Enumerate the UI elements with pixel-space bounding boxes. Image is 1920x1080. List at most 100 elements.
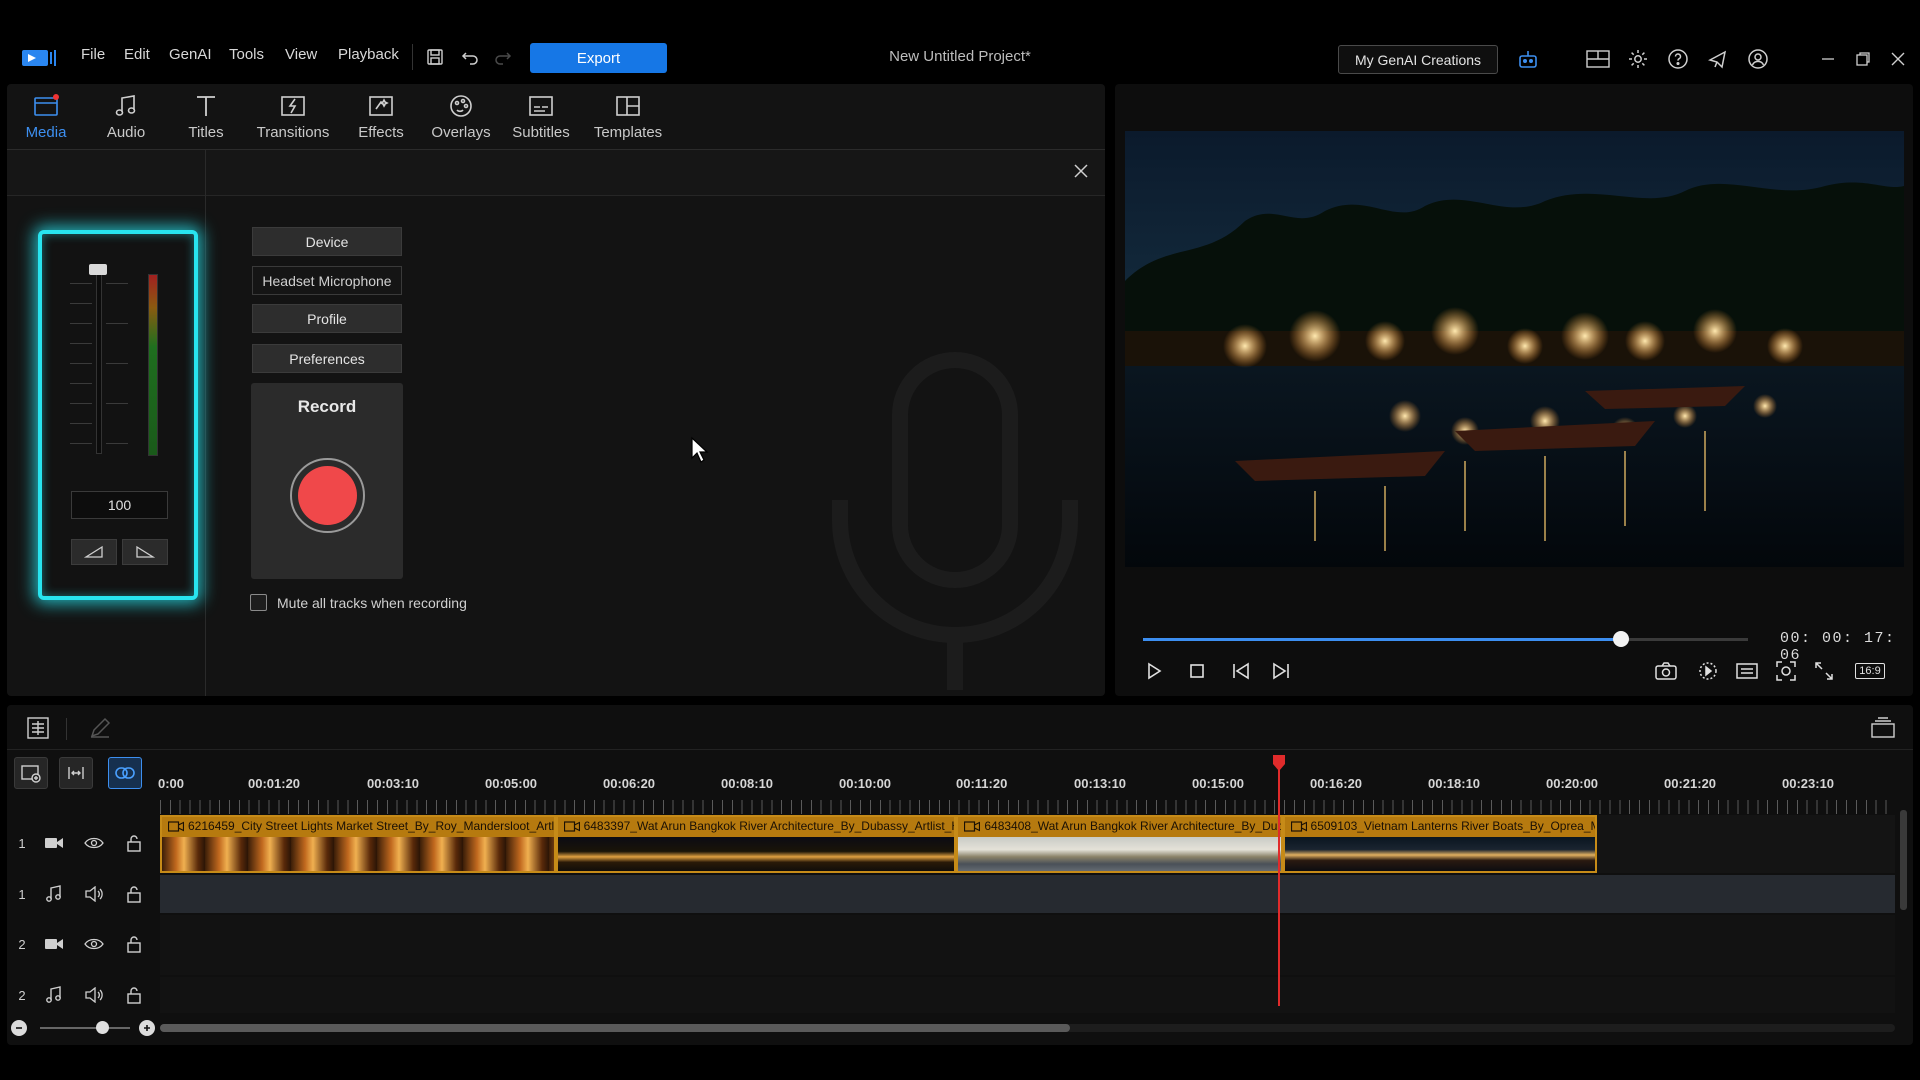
close-window-icon[interactable]: [1884, 45, 1912, 73]
tab-overlays[interactable]: Overlays: [420, 92, 502, 148]
video-clip[interactable]: 6509103_Vietnam Lanterns River Boats_By_…: [1282, 815, 1597, 873]
playback-mode-button[interactable]: [1693, 656, 1723, 686]
menu-playback[interactable]: Playback: [338, 46, 399, 63]
volume-slider-track[interactable]: [96, 268, 102, 454]
add-track-button[interactable]: [14, 757, 48, 789]
lock-icon[interactable]: [114, 834, 154, 852]
my-genai-creations-button[interactable]: My GenAI Creations: [1338, 45, 1498, 74]
video-clip[interactable]: 6483397_Wat Arun Bangkok River Architect…: [555, 815, 957, 873]
zoom-preview-button[interactable]: [1771, 656, 1801, 686]
previous-frame-button[interactable]: [1226, 656, 1256, 686]
close-panel-icon[interactable]: [1068, 158, 1094, 184]
clip-thumbnails: [1284, 837, 1595, 871]
eye-icon[interactable]: [74, 937, 114, 951]
profile-button[interactable]: Profile: [252, 304, 402, 333]
timeline-ruler[interactable]: [160, 800, 1895, 814]
ruler-label: 00:01:20: [248, 776, 301, 791]
feedback-icon[interactable]: [1704, 45, 1732, 73]
video-track-2-lane[interactable]: [160, 915, 1895, 975]
tab-transitions[interactable]: Transitions: [252, 92, 334, 148]
mute-tracks-checkbox[interactable]: [250, 594, 267, 611]
audio-track-1-header: 1: [10, 879, 154, 909]
tab-media[interactable]: Media: [5, 92, 87, 148]
clip-thumbnails: [958, 837, 1281, 871]
redo-icon[interactable]: [489, 43, 517, 71]
preview-seek-thumb[interactable]: [1612, 631, 1629, 647]
tab-templates[interactable]: Templates: [587, 92, 669, 148]
video-camera-icon: [563, 821, 580, 832]
fit-timeline-button[interactable]: [59, 757, 93, 789]
lock-icon[interactable]: [114, 935, 154, 953]
record-label: Record: [297, 397, 357, 416]
toolbar-divider: [66, 718, 67, 740]
timeline-view-button[interactable]: [1868, 714, 1898, 742]
speaker-icon[interactable]: [74, 886, 114, 902]
aspect-ratio-button[interactable]: 16:9: [1852, 656, 1888, 686]
zoom-slider-track[interactable]: [40, 1027, 130, 1029]
zoom-out-icon[interactable]: [11, 1020, 27, 1036]
playhead-marker[interactable]: [1271, 754, 1287, 772]
settings-gear-icon[interactable]: [1624, 45, 1652, 73]
device-select[interactable]: Headset Microphone: [252, 266, 402, 295]
save-icon[interactable]: [421, 43, 449, 71]
stop-button[interactable]: [1182, 656, 1212, 686]
account-icon[interactable]: [1744, 45, 1772, 73]
ruler-label: 0:00: [158, 776, 185, 791]
music-note-icon: [34, 986, 74, 1004]
tab-effects[interactable]: Effects: [340, 92, 422, 148]
tab-audio[interactable]: Audio: [85, 92, 167, 148]
track-number: 1: [18, 835, 26, 851]
video-clip[interactable]: 6483408_Wat Arun Bangkok River Architect…: [956, 815, 1283, 873]
menu-file[interactable]: File: [81, 46, 105, 63]
menu-view[interactable]: View: [285, 46, 317, 63]
timeline-vertical-scrollbar[interactable]: [1900, 810, 1907, 910]
audio-track-2-lane[interactable]: [160, 977, 1895, 1013]
lock-icon[interactable]: [114, 885, 154, 903]
video-clip[interactable]: 6216459_City Street Lights Market Street…: [160, 815, 556, 873]
tab-label: Titles: [188, 124, 224, 141]
menu-edit[interactable]: Edit: [124, 46, 150, 63]
zoom-in-icon[interactable]: [139, 1020, 155, 1036]
video-camera-icon: [1290, 821, 1307, 832]
snapshot-button[interactable]: [1651, 656, 1681, 686]
fullscreen-button[interactable]: [1809, 656, 1839, 686]
record-button[interactable]: [290, 458, 365, 533]
layout-icon[interactable]: [1584, 45, 1612, 73]
slider-tick: [70, 403, 92, 404]
tab-titles[interactable]: Titles: [165, 92, 247, 148]
eye-icon[interactable]: [74, 836, 114, 850]
help-icon[interactable]: [1664, 45, 1692, 73]
preferences-button[interactable]: Preferences: [252, 344, 402, 373]
undo-icon[interactable]: [456, 43, 484, 71]
slider-tick: [106, 283, 128, 284]
fade-in-button[interactable]: [71, 539, 117, 565]
slider-tick: [70, 323, 92, 324]
lock-icon[interactable]: [114, 986, 154, 1004]
preview-quality-button[interactable]: [1732, 656, 1762, 686]
audio-track-1-lane[interactable]: [160, 875, 1895, 913]
app-logo: [22, 48, 58, 68]
export-button[interactable]: Export: [530, 43, 667, 73]
magnetic-button[interactable]: [108, 757, 142, 789]
device-button[interactable]: Device: [252, 227, 402, 256]
play-button[interactable]: [1139, 656, 1169, 686]
edit-tool-button[interactable]: [86, 714, 114, 742]
zoom-slider-thumb[interactable]: [96, 1021, 109, 1034]
next-frame-button[interactable]: [1266, 656, 1296, 686]
slider-tick: [70, 423, 92, 424]
restore-icon[interactable]: [1849, 45, 1877, 73]
fade-out-button[interactable]: [122, 539, 168, 565]
menu-genai[interactable]: GenAI: [169, 46, 212, 63]
music-note-icon: [113, 92, 139, 120]
track-manager-button[interactable]: [24, 714, 52, 742]
ruler-label: 00:13:10: [1074, 776, 1127, 791]
volume-slider-thumb[interactable]: [89, 264, 107, 275]
volume-value-field[interactable]: 100: [71, 491, 168, 519]
minimize-icon[interactable]: [1814, 45, 1842, 73]
playhead-line[interactable]: [1278, 760, 1281, 1006]
speaker-icon[interactable]: [74, 987, 114, 1003]
menu-tools[interactable]: Tools: [229, 46, 264, 63]
timeline-scroll-thumb[interactable]: [160, 1024, 1070, 1032]
ai-assistant-icon[interactable]: [1514, 45, 1542, 73]
tab-subtitles[interactable]: Subtitles: [500, 92, 582, 148]
